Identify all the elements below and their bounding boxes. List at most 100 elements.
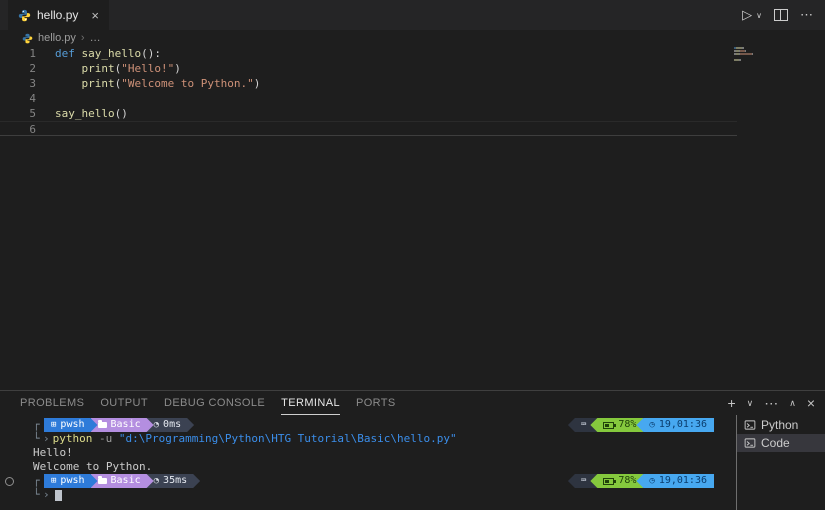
new-terminal-button[interactable]: + <box>727 395 735 411</box>
panel-body: ┌⊞pwshBasic◔0ms⌨78%◷19,01:36└›python -u … <box>0 415 825 510</box>
battery-icon <box>603 422 614 429</box>
prompt-connector: └ <box>33 488 42 502</box>
code-token: ) <box>254 77 261 90</box>
segment-icon: ⌨ <box>581 418 586 432</box>
prompt-segment: ◔ 0ms <box>147 418 194 432</box>
minimap-line <box>734 56 760 58</box>
segment-icon: ⊞ <box>51 474 56 488</box>
panel-tab-ports[interactable]: PORTS <box>356 391 396 415</box>
segment-icon: ◔ <box>154 474 159 488</box>
panel-actions: + ∨ ⋯ ∧ × <box>727 395 825 412</box>
code-text: print("Hello!") <box>36 61 181 76</box>
terminal-list-item-python[interactable]: Python <box>737 416 825 434</box>
code-editor[interactable]: 1def say_hello():2 print("Hello!")3 prin… <box>0 46 825 390</box>
editor-more-actions[interactable]: ⋯ <box>800 7 813 23</box>
segment-label: 19,01:36 <box>659 474 707 488</box>
tab-close-icon[interactable]: × <box>91 8 99 23</box>
vscode-window: hello.py × ▷ ∨ ⋯ hello.py › … 1def say_hel… <box>0 0 825 510</box>
prompt-segment: ◷ 19,01:36 <box>636 474 714 488</box>
terminal-list-label: Code <box>761 436 790 450</box>
tab-hello-py[interactable]: hello.py × <box>8 0 109 30</box>
prompt-segment: Basic <box>91 418 154 432</box>
editor-tab-bar: hello.py × ▷ ∨ ⋯ <box>0 0 825 30</box>
segment-icon: ⌨ <box>581 474 586 488</box>
prompt-left-segments: ⊞pwshBasic◔0ms <box>44 418 194 432</box>
segment-label: 78% <box>618 418 636 432</box>
panel-tab-output[interactable]: OUTPUT <box>100 391 148 415</box>
prompt-connector: ┌ <box>33 418 42 432</box>
prompt-left-segments: ⊞pwshBasic◔35ms <box>44 474 200 488</box>
code-token: "Hello!" <box>121 62 174 75</box>
minimap-line <box>734 59 760 61</box>
command-token: "d:\Programming\Python\HTG Tutorial\Basi… <box>119 432 457 446</box>
minimap-token <box>742 47 744 49</box>
command-decoration-icon[interactable] <box>5 477 14 486</box>
command-token: -u <box>92 432 119 446</box>
segment-icon: ◷ <box>649 474 654 488</box>
terminal-icon <box>744 419 756 431</box>
segment-icon: ◔ <box>154 418 159 432</box>
code-line[interactable]: 1def say_hello(): <box>0 46 737 61</box>
prompt-connector: └ <box>33 432 42 446</box>
terminal-list-item-code[interactable]: Code <box>737 434 825 452</box>
terminal-output-text: Hello! <box>33 446 73 460</box>
code-line[interactable]: 4 <box>0 91 737 106</box>
terminal-instance-list: Python Code <box>737 415 825 510</box>
minimap[interactable] <box>734 47 760 65</box>
breadcrumb[interactable]: hello.py › … <box>0 30 825 46</box>
maximize-panel-button[interactable]: ∧ <box>789 398 796 409</box>
command-token: python <box>53 432 93 446</box>
terminal-icon <box>744 437 756 449</box>
code-token: def <box>55 47 82 60</box>
panel-more-actions[interactable]: ⋯ <box>764 395 778 412</box>
breadcrumb-file[interactable]: hello.py <box>38 32 76 44</box>
segment-label: 0ms <box>163 418 181 432</box>
code-token: "Welcome to Python." <box>121 77 253 90</box>
code-line[interactable]: 5say_hello() <box>0 106 737 121</box>
segment-label: 78% <box>618 474 636 488</box>
panel-header: PROBLEMS OUTPUT DEBUG CONSOLE TERMINAL PORTS… <box>0 391 825 415</box>
editor-actions: ▷ ∨ ⋯ <box>742 0 825 30</box>
terminal-output-text: Welcome to Python. <box>33 460 152 474</box>
panel-tab-terminal[interactable]: TERMINAL <box>281 391 340 415</box>
terminal-launch-dropdown[interactable]: ∨ <box>747 398 754 409</box>
terminal-row-cursor: └› <box>0 488 736 502</box>
panel-tab-debug-console[interactable]: DEBUG CONSOLE <box>164 391 265 415</box>
panel-tab-problems[interactable]: PROBLEMS <box>20 391 84 415</box>
code-token: print <box>82 77 115 90</box>
code-text: print("Welcome to Python.") <box>36 76 260 91</box>
folder-icon <box>98 422 107 428</box>
code-text <box>36 122 55 135</box>
code-token: (): <box>141 47 161 60</box>
code-line[interactable]: 2 print("Hello!") <box>0 61 737 76</box>
terminal-row-output: Welcome to Python. <box>0 460 736 474</box>
split-editor-icon <box>774 9 788 21</box>
bottom-panel: PROBLEMS OUTPUT DEBUG CONSOLE TERMINAL PORTS… <box>0 390 825 510</box>
code-line[interactable]: 6 <box>0 121 737 136</box>
close-panel-button[interactable]: × <box>807 395 815 411</box>
minimap-line <box>734 47 760 49</box>
split-editor-button[interactable] <box>774 9 788 21</box>
code-token <box>55 77 82 90</box>
line-number: 2 <box>0 61 36 76</box>
prompt-right-segments: ⌨ 78% ◷ 19,01:36 <box>568 474 714 488</box>
terminal-row-command: └›python -u "d:\Programming\Python\HTG T… <box>0 432 736 446</box>
terminal-row-output: Hello! <box>0 446 736 460</box>
terminal-row-prompt: ┌⊞pwshBasic◔0ms⌨78%◷19,01:36 <box>0 418 736 432</box>
code-token: say_hello <box>82 47 142 60</box>
python-icon <box>18 9 31 22</box>
segment-label: Basic <box>111 418 141 432</box>
code-token: ) <box>174 62 181 75</box>
code-token: () <box>115 107 128 120</box>
run-dropdown[interactable]: ∨ <box>756 11 762 20</box>
prompt-char: › <box>42 432 53 446</box>
run-python-file-button[interactable]: ▷ <box>742 7 752 23</box>
breadcrumb-symbol-ellipsis: … <box>90 32 101 44</box>
segment-label: 19,01:36 <box>659 418 707 432</box>
code-token: say_hello <box>55 107 115 120</box>
prompt-connector: ┌ <box>33 474 42 488</box>
code-text: say_hello() <box>36 106 128 121</box>
code-line[interactable]: 3 print("Welcome to Python.") <box>0 76 737 91</box>
terminal[interactable]: ┌⊞pwshBasic◔0ms⌨78%◷19,01:36└›python -u … <box>0 415 736 510</box>
prompt-segment: Basic <box>91 474 154 488</box>
